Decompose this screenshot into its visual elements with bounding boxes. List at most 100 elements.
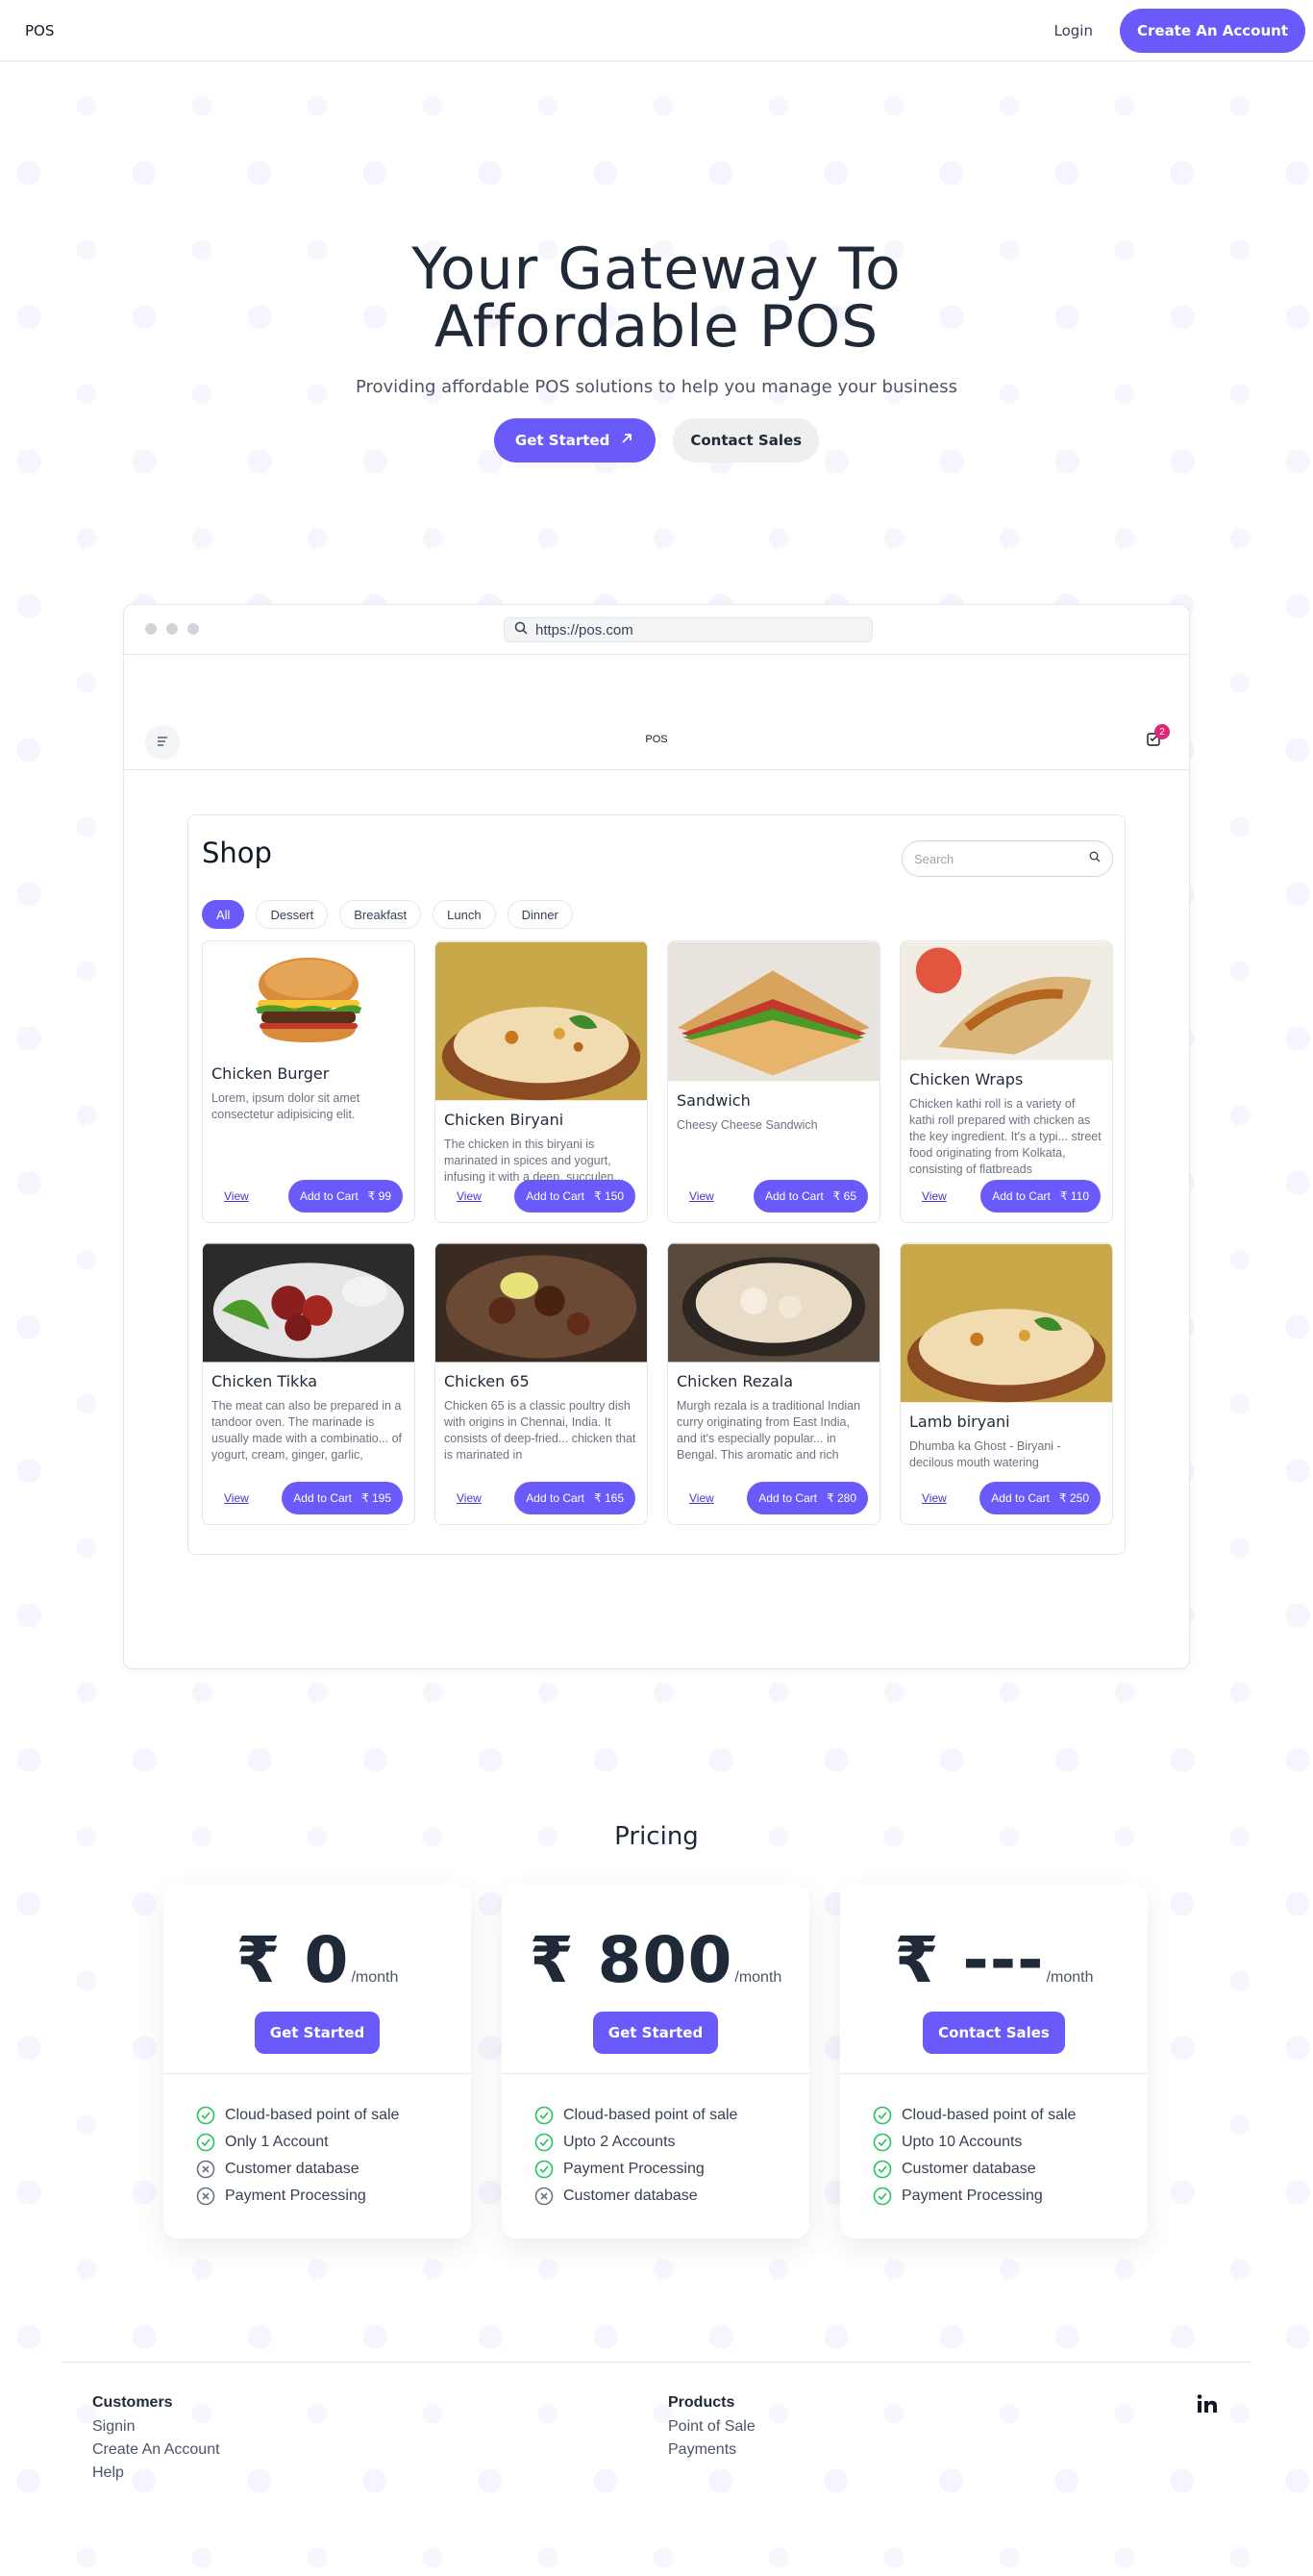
category-dinner[interactable]: Dinner: [507, 900, 573, 929]
product-card: Sandwich Cheesy Cheese Sandwich View Add…: [667, 940, 880, 1223]
arrow-up-right-icon: [619, 431, 634, 450]
search-icon[interactable]: [1089, 850, 1101, 867]
feature-item: Payment Processing: [534, 2156, 737, 2183]
footer-link-create-account[interactable]: Create An Account: [92, 2438, 220, 2462]
product-name: Chicken Wraps: [909, 1070, 1024, 1088]
add-to-cart-button[interactable]: Add to Cart ₹ 99: [287, 1180, 403, 1213]
view-product-link[interactable]: View: [224, 1491, 249, 1505]
app-header: POS 2: [124, 713, 1189, 770]
product-description: Chicken 65 is a classic poultry dish wit…: [444, 1399, 636, 1462]
product-price: ₹ 99: [367, 1189, 391, 1203]
linkedin-icon[interactable]: [1196, 2392, 1219, 2421]
add-to-cart-button[interactable]: Add to Cart ₹ 150: [514, 1180, 635, 1213]
view-product-link[interactable]: View: [689, 1189, 714, 1203]
plan-period: /month: [1046, 1969, 1094, 1986]
category-all[interactable]: All: [202, 900, 245, 929]
get-started-button[interactable]: Get Started: [493, 418, 656, 463]
add-to-cart-button[interactable]: Add to Cart ₹ 65: [753, 1180, 868, 1213]
category-filters: All Dessert Breakfast Lunch Dinner: [202, 900, 573, 929]
add-to-cart-label: Add to Cart: [764, 1189, 824, 1203]
view-product-link[interactable]: View: [457, 1491, 482, 1505]
x-circle-icon: [196, 2160, 215, 2179]
add-to-cart-button[interactable]: Add to Cart ₹ 110: [980, 1180, 1101, 1213]
footer-link-point-of-sale[interactable]: Point of Sale: [668, 2415, 756, 2438]
address-bar[interactable]: https://pos.com: [504, 617, 873, 642]
product-actions: View Add to Cart ₹ 165: [435, 1482, 647, 1514]
brand-logo[interactable]: POS: [25, 22, 54, 39]
window-dot-icon: [145, 623, 157, 635]
add-to-cart-button[interactable]: Add to Cart ₹ 165: [514, 1482, 635, 1514]
product-actions: View Add to Cart ₹ 150: [435, 1180, 647, 1213]
hero-buttons: Get Started Contact Sales: [0, 418, 1313, 463]
product-description: Dhumba ka Ghost - Biryani - decilous mou…: [909, 1439, 1061, 1469]
add-to-cart-button[interactable]: Add to Cart ₹ 250: [979, 1482, 1101, 1514]
pricing-card-free: ₹ 0/month Get Started Cloud-based point …: [163, 1885, 471, 2238]
login-link[interactable]: Login: [1054, 22, 1093, 39]
add-to-cart-button[interactable]: Add to Cart ₹ 280: [747, 1482, 868, 1514]
view-product-link[interactable]: View: [922, 1491, 947, 1505]
plan-period: /month: [734, 1969, 782, 1986]
check-circle-icon: [196, 2106, 215, 2125]
product-image: [668, 1243, 879, 1363]
view-product-link[interactable]: View: [457, 1189, 482, 1203]
product-price: ₹ 150: [594, 1189, 624, 1203]
feature-text: Cloud-based point of sale: [902, 2107, 1077, 2123]
product-price: ₹ 65: [832, 1189, 856, 1203]
product-name: Chicken Rezala: [677, 1372, 794, 1390]
product-card: Chicken Tikka The meat can also be prepa…: [202, 1242, 415, 1525]
product-body: Chicken Wraps Chicken kathi roll is a va…: [901, 1070, 1112, 1178]
feature-item: Upto 2 Accounts: [534, 2129, 737, 2156]
plan-get-started-button[interactable]: Get Started: [254, 2012, 381, 2054]
pricing-card-enterprise: ₹ ---/month Contact Sales Cloud-based po…: [840, 1885, 1148, 2238]
plan-amount: ₹ 800: [529, 1923, 733, 1997]
product-name: Chicken Biryani: [444, 1111, 564, 1129]
feature-text: Payment Processing: [902, 2188, 1043, 2204]
add-to-cart-label: Add to Cart: [991, 1491, 1050, 1505]
cart-button[interactable]: 2: [1139, 724, 1170, 755]
plan-price: ₹ ---/month: [840, 1923, 1148, 1997]
feature-text: Upto 10 Accounts: [902, 2134, 1023, 2150]
divider: [502, 2073, 809, 2074]
add-to-cart-label: Add to Cart: [526, 1189, 584, 1203]
product-image: [435, 1243, 647, 1363]
plan-price: ₹ 800/month: [502, 1923, 809, 1997]
plan-price: ₹ 0/month: [163, 1923, 471, 1997]
footer-link-payments[interactable]: Payments: [668, 2438, 756, 2462]
footer-products: Products Point of Sale Payments: [668, 2394, 756, 2462]
product-image: [901, 1243, 1112, 1403]
product-card: Chicken Wraps Chicken kathi roll is a va…: [900, 940, 1113, 1223]
feature-item: Cloud-based point of sale: [196, 2102, 399, 2129]
create-account-button[interactable]: Create An Account: [1119, 8, 1305, 53]
product-price: ₹ 280: [827, 1491, 856, 1505]
pricing-title: Pricing: [614, 1822, 699, 1851]
check-circle-icon: [873, 2106, 892, 2125]
check-circle-icon: [534, 2106, 554, 2125]
category-lunch[interactable]: Lunch: [433, 900, 496, 929]
footer-heading: Products: [668, 2394, 735, 2411]
category-breakfast[interactable]: Breakfast: [339, 900, 422, 929]
feature-item: Cloud-based point of sale: [534, 2102, 737, 2129]
category-dessert[interactable]: Dessert: [256, 900, 329, 929]
feature-list: Cloud-based point of sale Upto 10 Accoun…: [873, 2102, 1076, 2210]
view-product-link[interactable]: View: [922, 1189, 947, 1203]
product-price: ₹ 110: [1059, 1189, 1089, 1203]
view-product-link[interactable]: View: [689, 1491, 714, 1505]
footer-customers: Customers Signin Create An Account Help: [92, 2394, 220, 2485]
view-product-link[interactable]: View: [224, 1189, 249, 1203]
product-actions: View Add to Cart ₹ 195: [203, 1482, 414, 1514]
hero-subtitle: Providing affordable POS solutions to he…: [355, 377, 958, 397]
product-price: ₹ 195: [361, 1491, 391, 1505]
plan-period: /month: [351, 1969, 399, 1986]
plan-contact-sales-button[interactable]: Contact Sales: [923, 2012, 1065, 2054]
footer-link-signin[interactable]: Signin: [92, 2415, 220, 2438]
footer-link-help[interactable]: Help: [92, 2462, 220, 2485]
feature-item: Cloud-based point of sale: [873, 2102, 1076, 2129]
add-to-cart-label: Add to Cart: [299, 1189, 359, 1203]
plan-get-started-button[interactable]: Get Started: [592, 2012, 719, 2054]
product-actions: View Add to Cart ₹ 65: [668, 1180, 879, 1213]
feature-text: Only 1 Account: [225, 2134, 329, 2150]
search-input[interactable]: [914, 851, 1068, 866]
contact-sales-button[interactable]: Contact Sales: [673, 418, 820, 463]
window-dot-icon: [187, 623, 199, 635]
add-to-cart-button[interactable]: Add to Cart ₹ 195: [282, 1482, 403, 1514]
